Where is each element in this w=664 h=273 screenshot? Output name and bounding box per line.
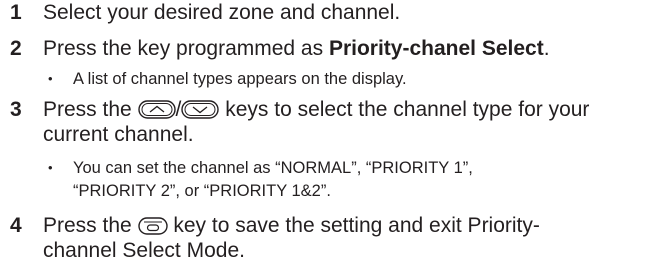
- step-number: 1: [10, 1, 22, 24]
- step-text-end: .: [543, 37, 550, 60]
- step-text-continued: current channel.: [43, 123, 194, 146]
- bullet: •: [48, 71, 53, 86]
- step-text-lead: Press the: [43, 98, 138, 121]
- up-key-icon: [137, 100, 176, 119]
- bullet: •: [48, 160, 53, 175]
- step-number: 2: [10, 37, 22, 60]
- down-key-icon: [181, 100, 220, 119]
- ok-key-icon: [137, 217, 168, 235]
- step-text-continued: channel Select Mode.: [43, 239, 245, 262]
- note-text: A list of channel types appears on the d…: [73, 70, 407, 88]
- note-text: You can set the channel as “NORMAL”, “PR…: [73, 159, 473, 177]
- step-text: Press the / keys to select the channel t…: [43, 97, 659, 123]
- step-text-lead: Press the key programmed as: [43, 37, 329, 60]
- step-text: Press the key programmed as Priority-cha…: [43, 36, 659, 62]
- step-text-rest: keys to select the channel type for your: [219, 98, 590, 121]
- step-text: Select your desired zone and channel.: [43, 1, 401, 24]
- step-number: 3: [10, 98, 22, 121]
- step-text-lead: Press the: [43, 214, 138, 237]
- step-number: 4: [10, 214, 22, 237]
- step-text: Press the key to save the setting and ex…: [43, 213, 659, 239]
- step-text-rest: key to save the setting and exit Priorit…: [167, 214, 540, 237]
- note-text-continued: “PRIORITY 2”, or “PRIORITY 1&2”.: [73, 182, 331, 200]
- key-name-bold: Priority-chanel Select: [328, 37, 544, 60]
